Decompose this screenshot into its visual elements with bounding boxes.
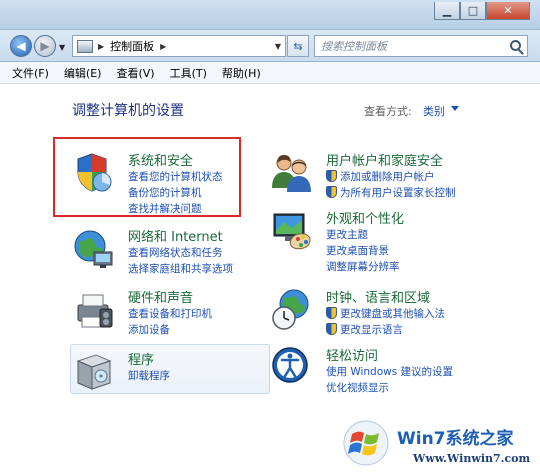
menu-tools[interactable]: 工具(T): [170, 65, 207, 81]
maximize-button[interactable]: □: [460, 2, 486, 20]
category-title[interactable]: 硬件和声音: [128, 287, 193, 306]
navigation-bar: ◀ ▶ ▼ ▶ 控制面板 ▶ ▼ ⇆ 搜索控制面板: [0, 30, 540, 62]
monitor-palette-icon: [273, 213, 311, 250]
printer-icon: [77, 294, 113, 328]
category-title[interactable]: 轻松访问: [326, 345, 378, 364]
category-title[interactable]: 时钟、语言和区域: [326, 287, 430, 306]
address-dropdown-icon[interactable]: ▼: [275, 42, 281, 51]
menu-edit[interactable]: 编辑(E): [64, 65, 102, 81]
link-uninstall-program[interactable]: 卸载程序: [128, 368, 170, 383]
category-network: 网络和 Internet 查看网络状态和任务 选择家庭组和共享选项: [72, 226, 252, 276]
category-hardware-sound: 硬件和声音 查看设备和打印机 添加设备: [72, 287, 252, 337]
globe-clock-icon: [272, 289, 309, 330]
refresh-button[interactable]: ⇆: [287, 35, 309, 57]
link-devices-printers[interactable]: 查看设备和打印机: [128, 306, 212, 321]
uac-shield-icon: [326, 170, 337, 182]
breadcrumb-control-panel[interactable]: 控制面板: [110, 38, 154, 54]
windows-logo-icon: [343, 420, 389, 466]
title-bar: ▁ □ ✕: [0, 0, 540, 30]
category-appearance: 外观和个性化 更改主题 更改桌面背景 调整屏幕分辨率: [270, 208, 470, 274]
page-title: 调整计算机的设置: [72, 103, 184, 119]
watermark-url: Www.Winwin7.com: [413, 452, 531, 465]
link-windows-suggested-settings[interactable]: 使用 Windows 建议的设置: [326, 364, 453, 379]
watermark: Win7系统之家 Www.Winwin7.com: [343, 418, 537, 472]
view-by-arrow-icon[interactable]: [451, 106, 459, 111]
category-programs: 程序 卸载程序: [72, 349, 252, 390]
category-clock-language-region: 时钟、语言和区域 更改键盘或其他输入法 更改显示语言: [270, 287, 470, 337]
uac-shield-icon: [326, 186, 337, 198]
close-button[interactable]: ✕: [486, 2, 530, 20]
users-icon: [272, 155, 311, 192]
forward-button[interactable]: ▶: [34, 35, 56, 57]
view-by-dropdown[interactable]: 类别: [423, 103, 445, 119]
link-add-device[interactable]: 添加设备: [128, 322, 170, 337]
globe-network-icon: [74, 230, 113, 268]
link-add-remove-accounts[interactable]: 添加或删除用户帐户: [340, 169, 435, 184]
search-input[interactable]: 搜索控制面板: [314, 35, 528, 57]
menu-bar: 文件(F) 编辑(E) 查看(V) 工具(T) 帮助(H): [0, 62, 540, 84]
breadcrumb-arrow-icon[interactable]: ▶: [98, 42, 104, 51]
category-ease-of-access: 轻松访问 使用 Windows 建议的设置 优化视频显示: [270, 345, 470, 395]
back-button[interactable]: ◀: [10, 35, 32, 57]
link-optimize-display[interactable]: 优化视频显示: [326, 380, 389, 395]
category-title[interactable]: 网络和 Internet: [128, 226, 223, 245]
link-change-keyboard[interactable]: 更改键盘或其他输入法: [340, 306, 445, 321]
category-title[interactable]: 程序: [128, 349, 154, 368]
link-parental-controls[interactable]: 为所有用户设置家长控制: [340, 185, 456, 200]
link-network-status[interactable]: 查看网络状态和任务: [128, 245, 223, 260]
view-by-label: 查看方式:: [364, 105, 412, 118]
link-change-background[interactable]: 更改桌面背景: [326, 243, 389, 258]
link-change-display-language[interactable]: 更改显示语言: [340, 322, 403, 337]
control-panel-content: 调整计算机的设置 查看方式: 类别 系统和安全 查看您的计算机状态 备份您的计算…: [0, 84, 540, 475]
uac-shield-icon: [326, 323, 337, 335]
link-change-theme[interactable]: 更改主题: [326, 227, 368, 242]
address-bar[interactable]: ▶ 控制面板 ▶ ▼: [72, 35, 286, 57]
control-panel-icon: [77, 39, 93, 53]
menu-view[interactable]: 查看(V): [116, 65, 154, 81]
category-title[interactable]: 用户帐户和家庭安全: [326, 150, 443, 169]
window-controls: ▁ □ ✕: [434, 2, 530, 20]
uac-shield-icon: [326, 307, 337, 319]
minimize-button[interactable]: ▁: [434, 2, 460, 20]
recent-pages-dropdown[interactable]: ▼: [59, 43, 65, 52]
category-title[interactable]: 外观和个性化: [326, 208, 404, 227]
highlight-box: [53, 137, 241, 217]
accessibility-icon: [272, 347, 308, 383]
link-homegroup-sharing[interactable]: 选择家庭组和共享选项: [128, 261, 233, 276]
software-box-icon: [76, 354, 112, 390]
breadcrumb-arrow-icon[interactable]: ▶: [160, 42, 166, 51]
watermark-title: Win7系统之家: [397, 429, 514, 449]
menu-file[interactable]: 文件(F): [12, 65, 49, 81]
search-placeholder: 搜索控制面板: [321, 40, 387, 53]
search-icon[interactable]: [510, 40, 521, 51]
category-user-accounts: 用户帐户和家庭安全 添加或删除用户帐户 为所有用户设置家长控制: [270, 150, 470, 200]
link-screen-resolution[interactable]: 调整屏幕分辨率: [326, 259, 400, 274]
menu-help[interactable]: 帮助(H): [222, 65, 261, 81]
